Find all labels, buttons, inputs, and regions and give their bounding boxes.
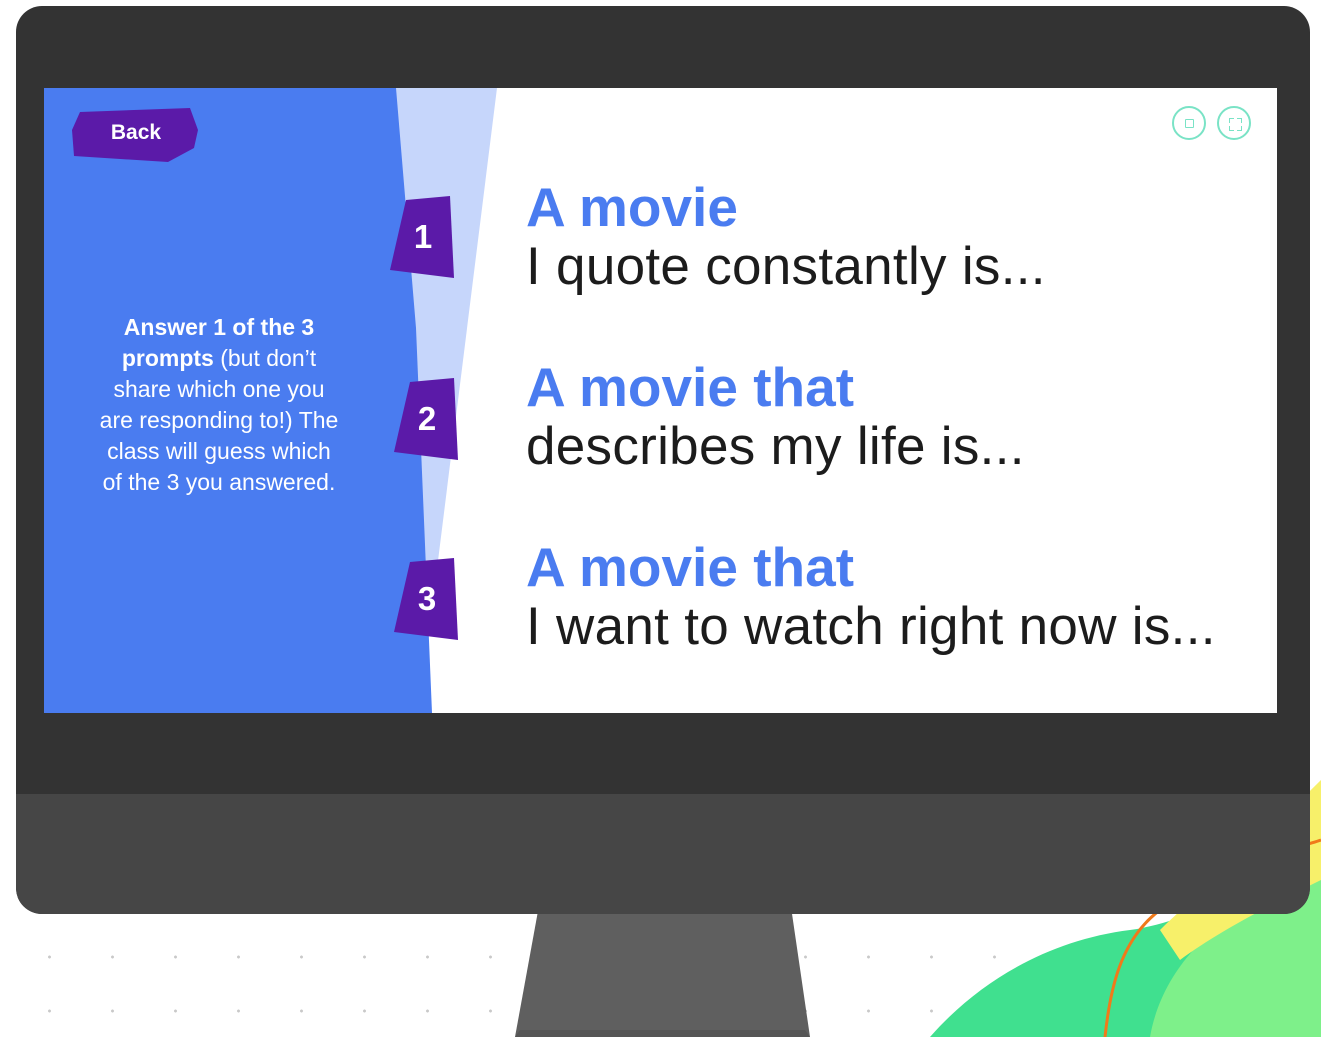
fullscreen-icon[interactable]	[1217, 106, 1251, 140]
monitor: Back Answer 1 of the 3 prompts (but don’…	[16, 6, 1310, 914]
prompt-title-2: A movie that	[526, 356, 855, 418]
prompt-title-1: A movie	[526, 176, 738, 238]
prompt-1: A movie I quote constantly is...	[526, 178, 1046, 298]
slide-screen: Back Answer 1 of the 3 prompts (but don’…	[44, 88, 1277, 713]
back-button[interactable]: Back	[72, 108, 200, 164]
back-button-label: Back	[110, 121, 162, 144]
square-stop-icon[interactable]	[1172, 106, 1206, 140]
prompt-number-3: 3	[417, 580, 437, 617]
prompt-badge-2: 2	[392, 378, 462, 460]
prompt-subtitle-1: I quote constantly is...	[526, 237, 1046, 296]
instructions-text: Answer 1 of the 3 prompts (but don’t sha…	[99, 312, 339, 498]
prompt-title-3: A movie that	[526, 536, 855, 598]
prompt-subtitle-2: describes my life is...	[526, 417, 1025, 476]
prompt-number-2: 2	[417, 400, 437, 437]
prompt-badge-1: 1	[388, 196, 458, 278]
prompt-number-1: 1	[413, 218, 433, 255]
monitor-chin	[16, 794, 1310, 914]
prompt-badge-3: 3	[392, 558, 462, 640]
prompt-3: A movie that I want to watch right now i…	[526, 538, 1216, 658]
prompt-subtitle-3: I want to watch right now is...	[526, 597, 1216, 656]
prompt-2: A movie that describes my life is...	[526, 358, 1025, 478]
